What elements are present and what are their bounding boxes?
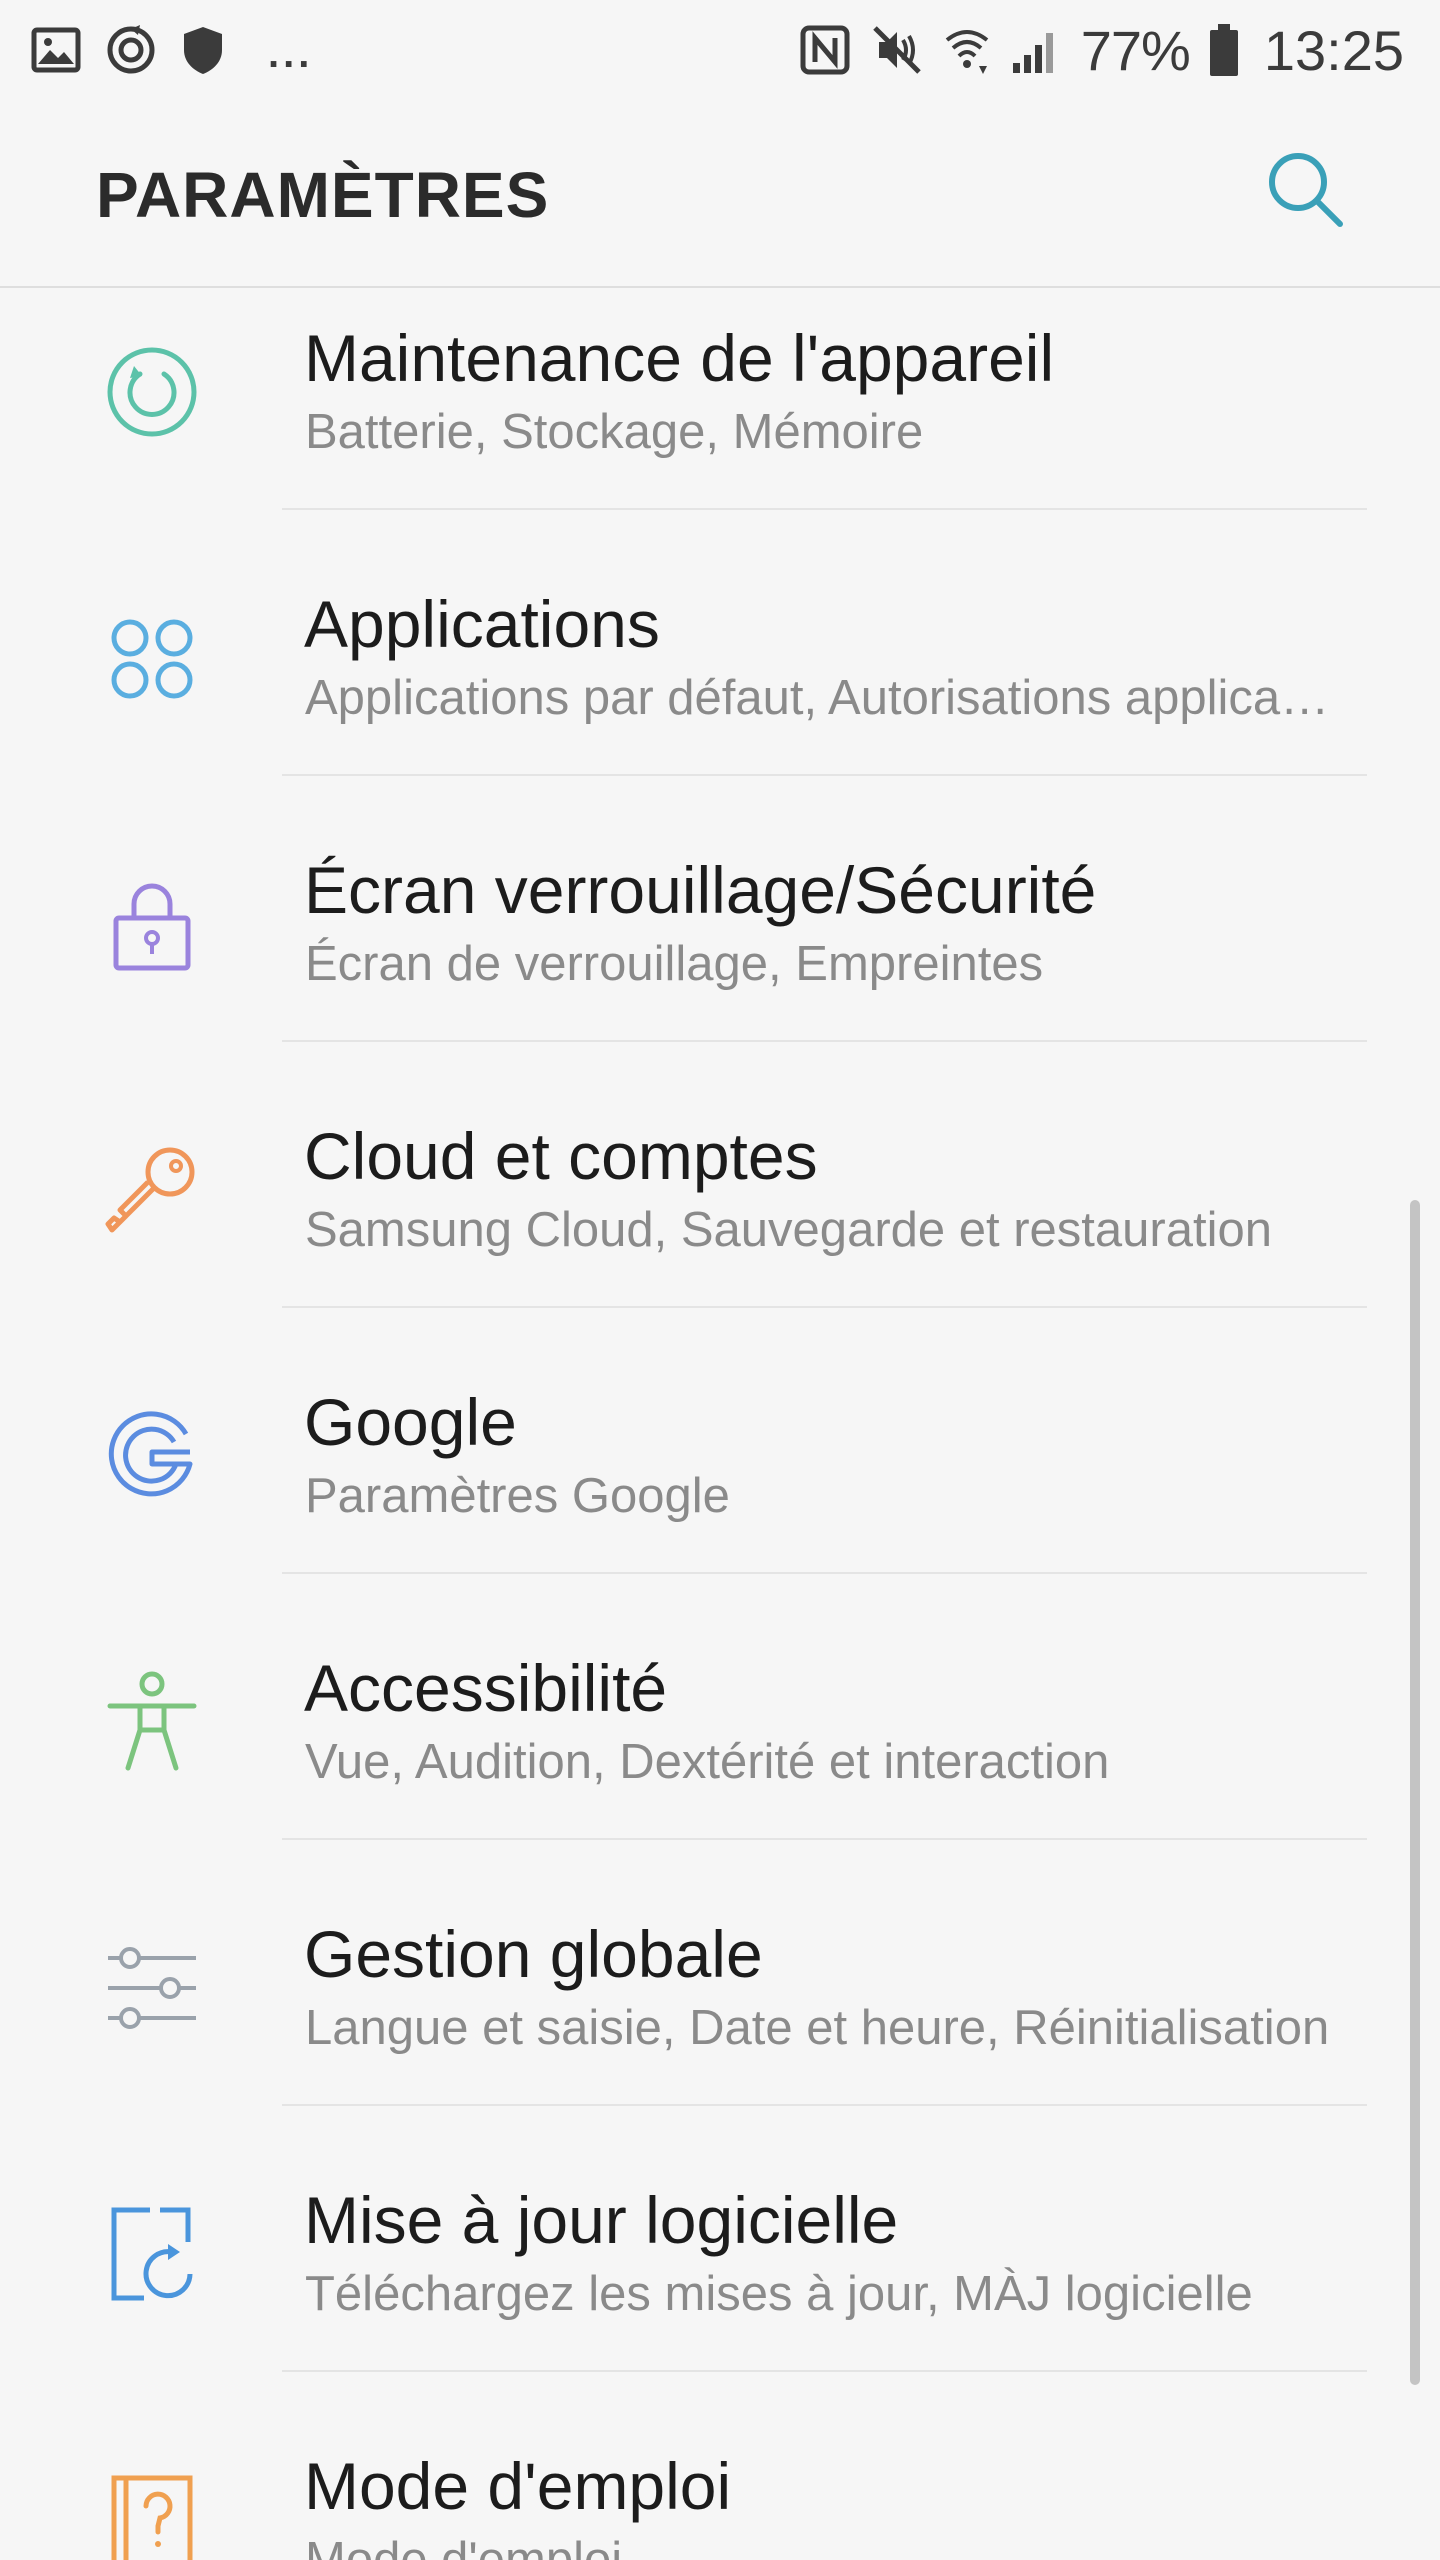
settings-screen: ... 77% 13:25 PARAMÈTRES Maintenance de … [0, 0, 1440, 2560]
clock: 13:25 [1263, 18, 1404, 82]
settings-item-subtitle: Téléchargez les mises à jour, MÀJ logici… [305, 2267, 1253, 2321]
shield-icon [180, 24, 226, 76]
search-icon[interactable] [1264, 148, 1348, 232]
accessibility-icon [100, 1670, 204, 1774]
settings-item-title: Écran verrouillage/Sécurité [304, 853, 1097, 927]
status-bar-right: 77% 13:25 [799, 18, 1404, 82]
settings-item-title: Applications [304, 587, 660, 661]
settings-item-title: Mode d'emploi [304, 2449, 732, 2523]
battery-percentage: 77% [1080, 18, 1191, 82]
settings-item-title: Mise à jour logicielle [304, 2183, 899, 2257]
settings-item-general-management[interactable]: Gestion globale Langue et saisie, Date e… [0, 1840, 1440, 2106]
page-title: PARAMÈTRES [96, 159, 550, 231]
gallery-icon [30, 24, 82, 76]
settings-item-title: Accessibilité [304, 1651, 668, 1725]
settings-item-user-manual[interactable]: Mode d'emploi Mode d'emploi [0, 2372, 1440, 2560]
wifi-icon [943, 22, 991, 78]
settings-item-accessibility[interactable]: Accessibilité Vue, Audition, Dextérité e… [0, 1574, 1440, 1840]
google-icon [100, 1404, 204, 1508]
lock-icon [100, 872, 204, 976]
settings-item-applications[interactable]: Applications Applications par défaut, Au… [0, 510, 1440, 776]
settings-item-subtitle: Écran de verrouillage, Empreintes [305, 937, 1044, 991]
settings-item-title: Google [304, 1385, 517, 1459]
user-manual-icon [100, 2468, 204, 2560]
settings-item-cloud-accounts[interactable]: Cloud et comptes Samsung Cloud, Sauvegar… [0, 1042, 1440, 1308]
settings-item-subtitle: Paramètres Google [305, 1469, 730, 1523]
scrollbar[interactable] [1410, 1200, 1420, 2385]
settings-item-subtitle: Batterie, Stockage, Mémoire [305, 405, 924, 459]
settings-list[interactable]: Maintenance de l'appareil Batterie, Stoc… [0, 288, 1440, 2560]
signal-icon [1009, 23, 1063, 77]
settings-item-title: Gestion globale [304, 1917, 763, 1991]
app-bar: PARAMÈTRES [0, 96, 1440, 288]
notification-overflow: ... [268, 32, 314, 76]
key-icon [100, 1138, 204, 1242]
settings-item-subtitle: Langue et saisie, Date et heure, Réiniti… [305, 2001, 1330, 2055]
settings-item-lock-screen-security[interactable]: Écran verrouillage/Sécurité Écran de ver… [0, 776, 1440, 1042]
settings-item-google[interactable]: Google Paramètres Google [0, 1308, 1440, 1574]
settings-item-subtitle: Mode d'emploi [305, 2533, 623, 2560]
settings-item-software-update[interactable]: Mise à jour logicielle Téléchargez les m… [0, 2106, 1440, 2372]
software-update-icon [100, 2202, 204, 2306]
settings-item-subtitle: Vue, Audition, Dextérité et interaction [305, 1735, 1110, 1789]
settings-item-subtitle: Applications par défaut, Autorisations a… [305, 671, 1340, 725]
device-maintenance-icon [100, 340, 204, 444]
apps-icon [100, 606, 204, 710]
sync-icon [104, 23, 158, 77]
status-bar-left: ... [30, 18, 313, 82]
status-bar: ... 77% 13:25 [0, 0, 1440, 96]
sliders-icon [100, 1936, 204, 2040]
settings-item-title: Cloud et comptes [304, 1119, 818, 1193]
settings-item-subtitle: Samsung Cloud, Sauvegarde et restauratio… [305, 1203, 1272, 1257]
settings-item-device-maintenance[interactable]: Maintenance de l'appareil Batterie, Stoc… [0, 288, 1440, 510]
settings-item-title: Maintenance de l'appareil [304, 321, 1055, 395]
battery-icon [1208, 22, 1240, 78]
nfc-icon [799, 24, 851, 76]
mute-icon [869, 22, 925, 78]
